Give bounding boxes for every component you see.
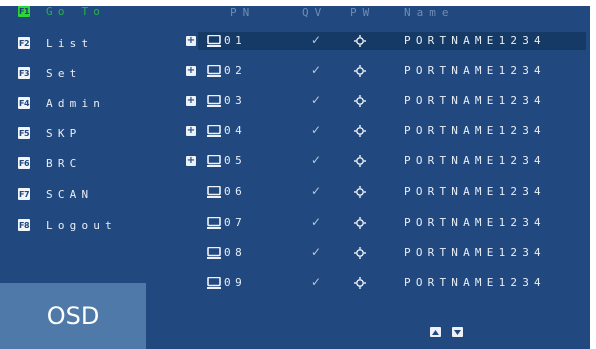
port-number: 03	[224, 94, 247, 107]
gear-icon[interactable]	[354, 35, 366, 47]
sidebar-item-go-to[interactable]: F1 Go To	[18, 6, 105, 20]
table-row[interactable]: 08 ✓ PORTNAME1234	[0, 242, 590, 266]
expand-plus-icon[interactable]: +	[186, 156, 196, 166]
port-name: PORTNAME1234	[404, 64, 546, 77]
page-down-button[interactable]	[452, 327, 463, 337]
monitor-icon	[207, 247, 221, 259]
table-row[interactable]: 06 ✓ PORTNAME1234	[0, 181, 590, 205]
table-row[interactable]: + 02 ✓ PORTNAME1234	[0, 60, 590, 84]
top-margin	[0, 0, 596, 6]
port-name: PORTNAME1234	[404, 216, 546, 229]
table-row[interactable]: + 04 ✓ PORTNAME1234	[0, 120, 590, 144]
sidebar-item-label: Go To	[46, 6, 106, 18]
check-icon: ✓	[311, 184, 322, 198]
port-number: 07	[224, 216, 247, 229]
check-icon: ✓	[311, 123, 322, 137]
column-header-qv: QV	[302, 6, 328, 19]
gear-icon[interactable]	[354, 186, 366, 198]
port-number: 04	[224, 124, 247, 137]
port-name: PORTNAME1234	[404, 276, 546, 289]
port-name: PORTNAME1234	[404, 124, 546, 137]
monitor-icon	[207, 277, 221, 289]
check-icon: ✓	[311, 33, 322, 47]
expand-plus-icon[interactable]: +	[186, 36, 196, 46]
down-arrow-icon	[454, 329, 461, 335]
port-number: 02	[224, 64, 247, 77]
up-arrow-icon	[432, 329, 439, 335]
check-icon: ✓	[311, 153, 322, 167]
port-name: PORTNAME1234	[404, 154, 546, 167]
expand-plus-icon[interactable]: +	[186, 96, 196, 106]
monitor-icon	[207, 186, 221, 198]
check-icon: ✓	[311, 63, 322, 77]
monitor-icon	[207, 65, 221, 77]
check-icon: ✓	[311, 275, 322, 289]
table-row[interactable]: + 03 ✓ PORTNAME1234	[0, 90, 590, 114]
column-header-name: Name	[404, 6, 455, 19]
gear-icon[interactable]	[354, 125, 366, 137]
table-row[interactable]: + 05 ✓ PORTNAME1234	[0, 150, 590, 174]
port-name: PORTNAME1234	[404, 185, 546, 198]
gear-icon[interactable]	[354, 65, 366, 77]
gear-icon[interactable]	[354, 95, 366, 107]
check-icon: ✓	[311, 245, 322, 259]
page-up-button[interactable]	[430, 327, 441, 337]
port-number: 08	[224, 246, 247, 259]
monitor-icon	[207, 35, 221, 47]
monitor-icon	[207, 95, 221, 107]
monitor-icon	[207, 217, 221, 229]
check-icon: ✓	[311, 215, 322, 229]
table-row[interactable]: + 01 ✓ PORTNAME1234	[0, 30, 590, 54]
port-number: 06	[224, 185, 247, 198]
expand-plus-icon[interactable]: +	[186, 126, 196, 136]
port-number: 05	[224, 154, 247, 167]
expand-plus-icon[interactable]: +	[186, 66, 196, 76]
table-row[interactable]: 07 ✓ PORTNAME1234	[0, 212, 590, 236]
column-header-pn: PN	[230, 6, 256, 19]
f1-key-icon: F1	[18, 6, 30, 17]
port-name: PORTNAME1234	[404, 94, 546, 107]
port-number: 01	[224, 34, 247, 47]
monitor-icon	[207, 125, 221, 137]
gear-icon[interactable]	[354, 155, 366, 167]
check-icon: ✓	[311, 93, 322, 107]
gear-icon[interactable]	[354, 277, 366, 289]
port-number: 09	[224, 276, 247, 289]
gear-icon[interactable]	[354, 217, 366, 229]
port-name: PORTNAME1234	[404, 34, 546, 47]
gear-icon[interactable]	[354, 247, 366, 259]
port-name: PORTNAME1234	[404, 246, 546, 259]
monitor-icon	[207, 155, 221, 167]
osd-label-box: OSD	[0, 283, 146, 349]
column-header-pw: PW	[350, 6, 376, 19]
